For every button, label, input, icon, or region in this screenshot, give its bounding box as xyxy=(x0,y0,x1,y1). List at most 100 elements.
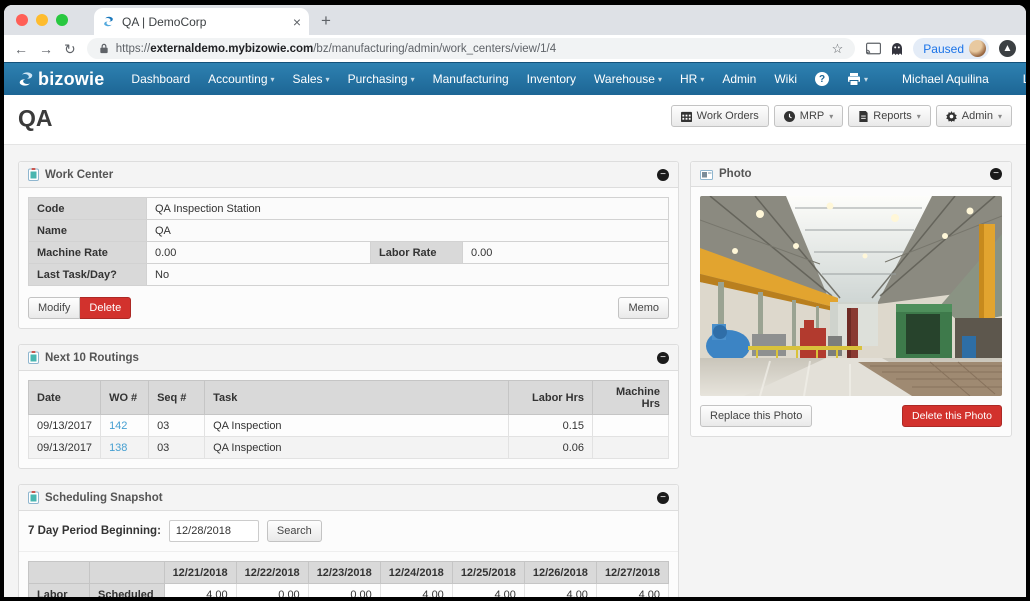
favicon xyxy=(102,15,115,28)
period-date-input[interactable] xyxy=(169,520,259,542)
bookmark-star-icon[interactable]: ☆ xyxy=(832,41,844,57)
nav-purchasing[interactable]: Purchasing▾ xyxy=(339,72,424,86)
nav-warehouse[interactable]: Warehouse▾ xyxy=(585,72,671,86)
bizowie-logo[interactable]: bizowie xyxy=(18,69,104,90)
routings-column-header: Machine Hrs xyxy=(593,381,669,415)
close-window-button[interactable] xyxy=(16,14,28,26)
routing-row: 09/13/201714203QA Inspection0.15 xyxy=(29,415,669,437)
scheduling-table: 12/21/201812/22/201812/23/201812/24/2018… xyxy=(28,561,669,597)
nav-hr[interactable]: HR▾ xyxy=(671,72,713,86)
reload-icon[interactable]: ↻ xyxy=(64,42,76,56)
nav-admin[interactable]: Admin xyxy=(713,72,765,86)
work-orders-button[interactable]: Work Orders xyxy=(671,105,769,127)
schedule-value-cell: 4.00 xyxy=(380,584,452,598)
url-text: https://externaldemo.mybizowie.com/bz/ma… xyxy=(116,43,556,55)
forward-icon[interactable]: → xyxy=(39,42,53,56)
memo-button[interactable]: Memo xyxy=(618,297,669,319)
field-label: Last Task/Day? xyxy=(29,264,147,286)
new-tab-button[interactable]: + xyxy=(321,11,331,31)
back-icon[interactable]: ← xyxy=(14,42,28,56)
search-button[interactable]: Search xyxy=(267,520,322,542)
routing-wo-link[interactable]: 142 xyxy=(109,420,127,432)
navbar-right: ▾ Michael Aquilina Log Out xyxy=(838,72,1026,86)
browser-update-icon[interactable]: ▲ xyxy=(999,40,1016,57)
clipboard-icon xyxy=(28,491,39,504)
nav-manufacturing[interactable]: Manufacturing xyxy=(424,72,518,86)
work-center-actions: Modify Delete Memo xyxy=(19,295,678,328)
routings-column-header: WO # xyxy=(101,381,149,415)
collapse-icon[interactable]: − xyxy=(657,492,669,504)
collapse-icon[interactable]: − xyxy=(657,352,669,364)
routing-seq: 03 xyxy=(149,437,205,459)
routings-column-header: Labor Hrs xyxy=(509,381,593,415)
admin-button[interactable]: Admin ▾ xyxy=(936,105,1012,127)
panel-title: Photo xyxy=(719,168,752,180)
routings-column-header: Seq # xyxy=(149,381,205,415)
schedule-date-header: 12/27/2018 xyxy=(596,562,668,584)
schedule-value-cell: 4.00 xyxy=(596,584,668,598)
cast-icon[interactable] xyxy=(866,42,881,55)
report-book-icon xyxy=(858,111,868,122)
routings-column-header: Task xyxy=(205,381,509,415)
nav-sales[interactable]: Sales▾ xyxy=(284,72,339,86)
page-content: Work Center − Code QA Inspection Station… xyxy=(4,145,1026,597)
bizowie-swoosh-icon xyxy=(18,71,34,87)
zoom-window-button[interactable] xyxy=(56,14,68,26)
routing-machine-hrs xyxy=(593,415,669,437)
field-label: Code xyxy=(29,198,147,220)
chevron-down-icon: ▾ xyxy=(658,75,662,84)
filter-label: 7 Day Period Beginning: xyxy=(28,525,161,537)
delete-button[interactable]: Delete xyxy=(80,297,131,319)
modify-button[interactable]: Modify xyxy=(28,297,80,319)
mrp-button[interactable]: MRP ▾ xyxy=(774,105,843,127)
page-header: QA Work Orders MRP ▾ Reports ▾ xyxy=(4,95,1026,145)
lock-icon xyxy=(99,43,109,54)
code-value: QA Inspection Station xyxy=(147,198,669,220)
collapse-icon[interactable]: − xyxy=(990,168,1002,180)
replace-photo-button[interactable]: Replace this Photo xyxy=(700,405,812,427)
app-navbar: bizowie Dashboard Accounting▾ Sales▾ Pur… xyxy=(4,62,1026,95)
nav-inventory[interactable]: Inventory xyxy=(518,72,585,86)
chevron-down-icon: ▾ xyxy=(998,112,1002,121)
print-menu[interactable]: ▾ xyxy=(838,73,877,86)
photo-panel: Photo − xyxy=(690,161,1012,437)
profile-avatar xyxy=(969,40,986,57)
nav-help[interactable]: ? xyxy=(806,72,838,86)
tab-close-icon[interactable]: × xyxy=(293,14,301,30)
nav-accounting[interactable]: Accounting▾ xyxy=(199,72,283,86)
clipboard-icon xyxy=(28,351,39,364)
routing-machine-hrs xyxy=(593,437,669,459)
routing-wo-link[interactable]: 138 xyxy=(109,442,127,454)
collapse-icon[interactable]: − xyxy=(657,169,669,181)
factory-photo-image xyxy=(700,196,1002,396)
extension-ghost-icon[interactable] xyxy=(891,42,903,56)
page-title: QA xyxy=(18,105,53,132)
routing-labor-hrs: 0.15 xyxy=(509,415,593,437)
delete-photo-button[interactable]: Delete this Photo xyxy=(902,405,1002,427)
work-center-form: Code QA Inspection Station Name QA Machi… xyxy=(28,197,669,286)
address-bar[interactable]: https://externaldemo.mybizowie.com/bz/ma… xyxy=(87,38,856,59)
paused-extension-badge[interactable]: Paused xyxy=(913,38,989,59)
schedule-date-header: 12/25/2018 xyxy=(452,562,524,584)
minimize-window-button[interactable] xyxy=(36,14,48,26)
routing-date: 09/13/2017 xyxy=(29,415,101,437)
browser-window: QA | DemoCorp × + ← → ↻ https://external… xyxy=(4,5,1026,597)
user-menu[interactable]: Michael Aquilina xyxy=(893,72,998,86)
schedule-date-header: 12/24/2018 xyxy=(380,562,452,584)
browser-tab[interactable]: QA | DemoCorp × xyxy=(94,8,309,35)
printer-icon xyxy=(847,73,861,86)
reports-button[interactable]: Reports ▾ xyxy=(848,105,931,127)
routing-labor-hrs: 0.06 xyxy=(509,437,593,459)
chevron-down-icon: ▾ xyxy=(864,75,868,84)
schedule-row: LaborScheduled4.000.000.004.004.004.004.… xyxy=(29,584,669,598)
nav-wiki[interactable]: Wiki xyxy=(765,72,806,86)
help-icon: ? xyxy=(815,72,829,86)
routing-wo-cell: 138 xyxy=(101,437,149,459)
schedule-value-cell: 0.00 xyxy=(236,584,308,598)
schedule-value-cell: 4.00 xyxy=(524,584,596,598)
browser-toolbar: ← → ↻ https://externaldemo.mybizowie.com… xyxy=(4,35,1026,62)
logout-link[interactable]: Log Out xyxy=(1014,72,1026,86)
field-label: Labor Rate xyxy=(371,242,463,264)
scheduling-panel-header: Scheduling Snapshot − xyxy=(19,485,678,511)
nav-dashboard[interactable]: Dashboard xyxy=(122,72,199,86)
